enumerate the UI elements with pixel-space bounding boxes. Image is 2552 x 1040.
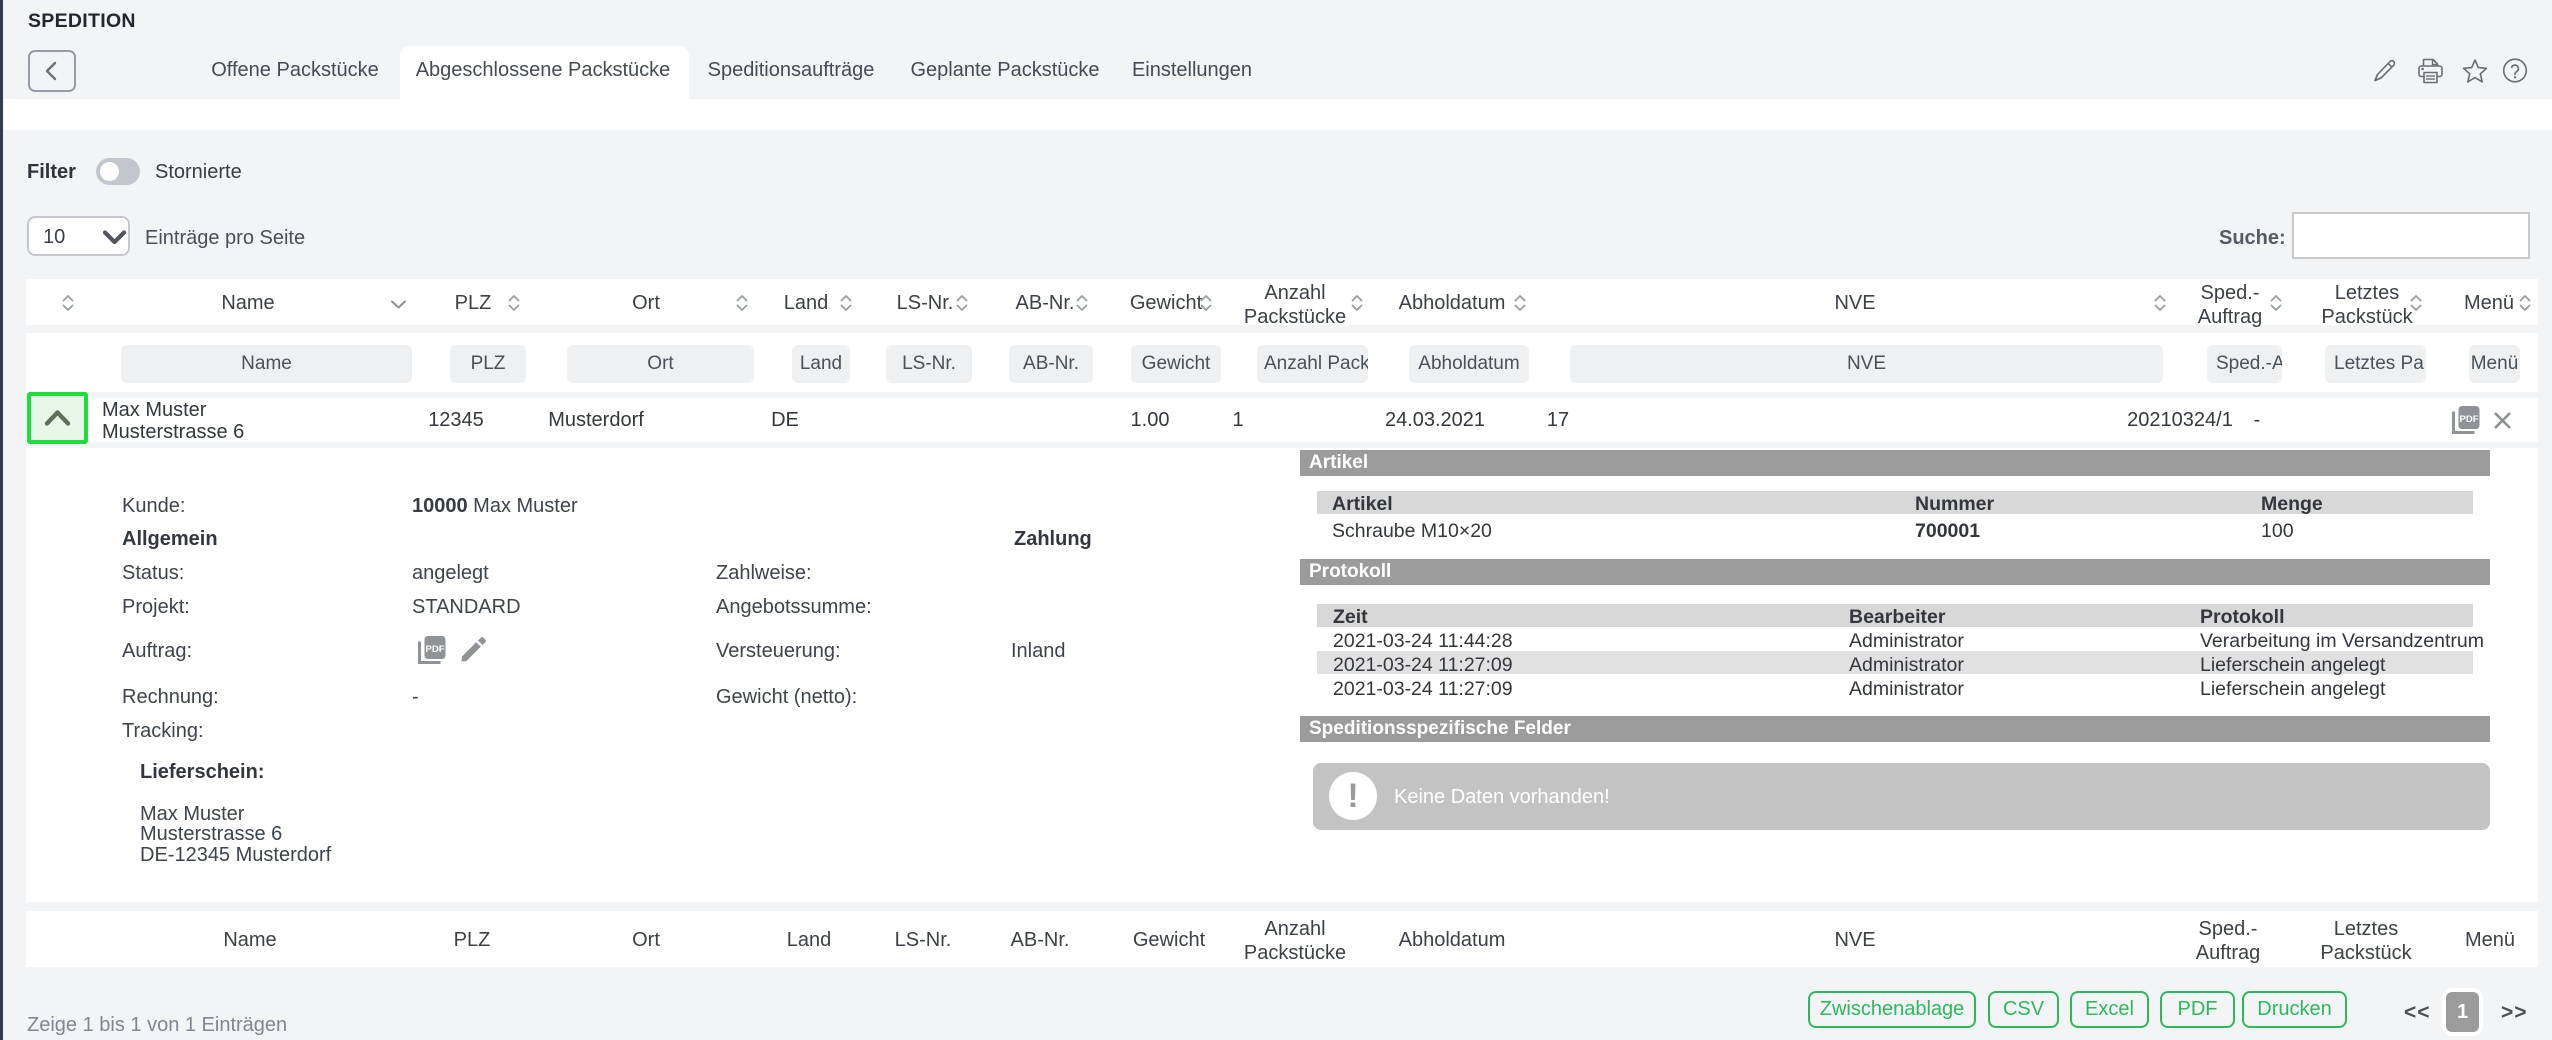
svg-text:PDF: PDF — [2460, 414, 2479, 425]
svg-text:PDF: PDF — [426, 644, 445, 655]
